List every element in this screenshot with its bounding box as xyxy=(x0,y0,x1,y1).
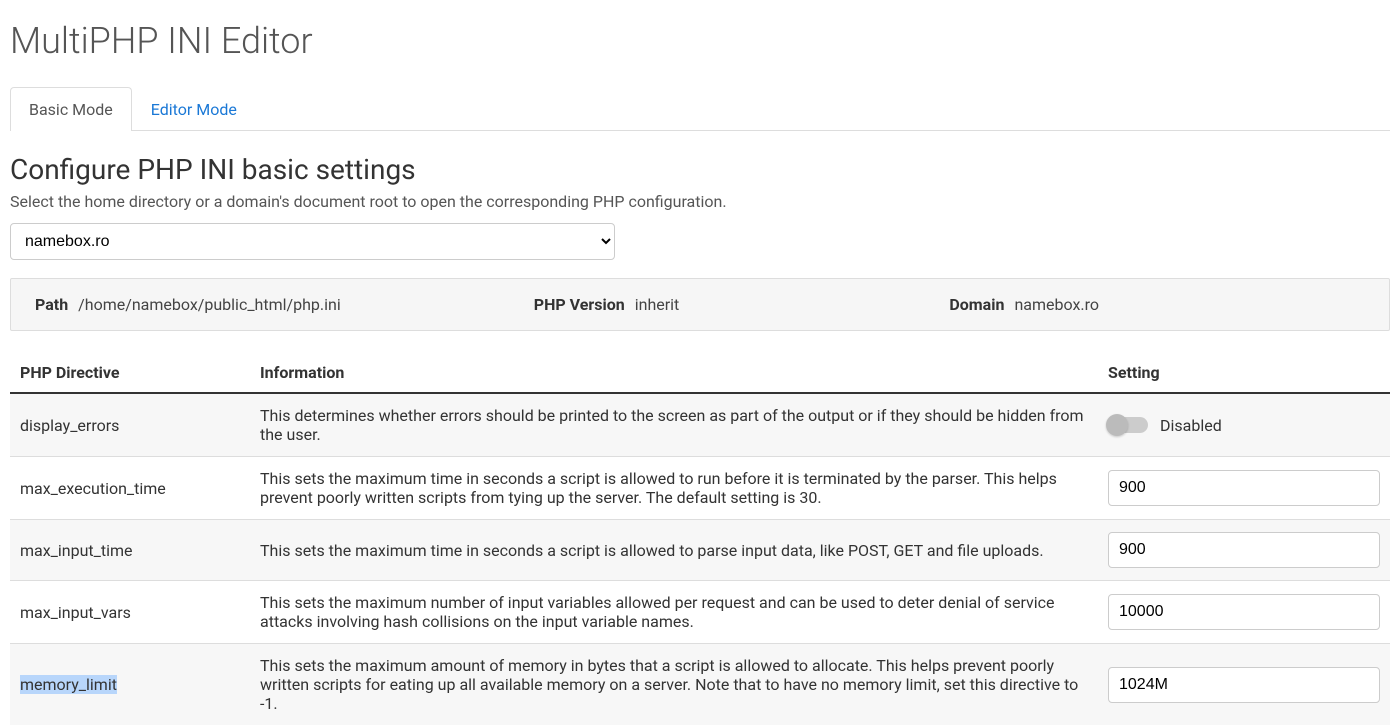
directive-name: memory_limit xyxy=(20,675,117,694)
toggle-label: Disabled xyxy=(1160,416,1222,435)
directive-cell: memory_limit xyxy=(10,644,250,725)
table-row: max_input_varsThis sets the maximum numb… xyxy=(10,581,1390,644)
toggle-switch[interactable] xyxy=(1108,417,1148,433)
domain-select[interactable]: namebox.ro xyxy=(10,223,615,260)
directive-cell: max_input_vars xyxy=(10,581,250,644)
setting-cell xyxy=(1098,520,1390,581)
section-title: Configure PHP INI basic settings xyxy=(10,153,1390,186)
page-title: MultiPHP INI Editor xyxy=(10,20,1390,62)
table-row: max_input_timeThis sets the maximum time… xyxy=(10,520,1390,581)
header-directive: PHP Directive xyxy=(10,353,250,393)
header-information: Information xyxy=(250,353,1098,393)
table-row: max_execution_timeThis sets the maximum … xyxy=(10,457,1390,520)
directive-cell: max_execution_time xyxy=(10,457,250,520)
table-header-row: PHP Directive Information Setting xyxy=(10,353,1390,393)
setting-cell: Disabled xyxy=(1098,393,1390,457)
info-panel: Path /home/namebox/public_html/php.ini P… xyxy=(10,278,1390,331)
info-version-label: PHP Version xyxy=(534,295,625,314)
info-version: PHP Version inherit xyxy=(534,295,950,314)
info-path-value: /home/namebox/public_html/php.ini xyxy=(78,295,341,314)
information-cell: This sets the maximum number of input va… xyxy=(250,581,1098,644)
directive-cell: display_errors xyxy=(10,393,250,457)
information-cell: This determines whether errors should be… xyxy=(250,393,1098,457)
setting-input[interactable] xyxy=(1108,470,1380,506)
tab-editor-mode[interactable]: Editor Mode xyxy=(132,87,256,131)
info-path-label: Path xyxy=(35,295,68,314)
header-setting: Setting xyxy=(1098,353,1390,393)
setting-input[interactable] xyxy=(1108,594,1380,630)
information-cell: This sets the maximum amount of memory i… xyxy=(250,644,1098,725)
info-domain: Domain namebox.ro xyxy=(949,295,1365,314)
info-domain-label: Domain xyxy=(949,295,1004,314)
help-text: Select the home directory or a domain's … xyxy=(10,192,1390,211)
info-domain-value: namebox.ro xyxy=(1014,295,1099,314)
tab-basic-mode[interactable]: Basic Mode xyxy=(10,87,132,131)
information-cell: This sets the maximum time in seconds a … xyxy=(250,457,1098,520)
setting-cell xyxy=(1098,581,1390,644)
setting-cell xyxy=(1098,457,1390,520)
setting-cell xyxy=(1098,644,1390,725)
directives-table: PHP Directive Information Setting displa… xyxy=(10,353,1390,725)
setting-input[interactable] xyxy=(1108,667,1380,703)
toggle-knob xyxy=(1106,414,1128,436)
info-path: Path /home/namebox/public_html/php.ini xyxy=(35,295,534,314)
table-row: display_errorsThis determines whether er… xyxy=(10,393,1390,457)
info-version-value: inherit xyxy=(635,295,680,314)
tabs: Basic Mode Editor Mode xyxy=(10,86,1390,131)
setting-input[interactable] xyxy=(1108,532,1380,568)
directive-cell: max_input_time xyxy=(10,520,250,581)
information-cell: This sets the maximum time in seconds a … xyxy=(250,520,1098,581)
table-row: memory_limit This sets the maximum amount… xyxy=(10,644,1390,725)
